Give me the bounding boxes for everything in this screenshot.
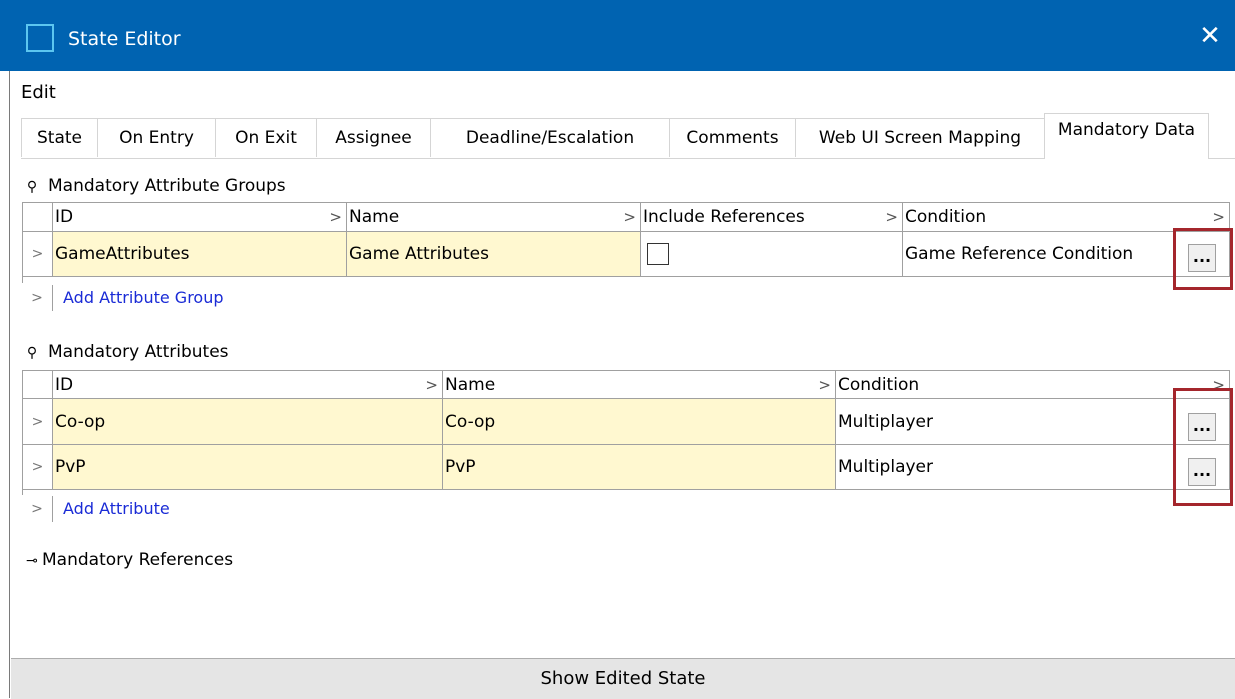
- column-header-id[interactable]: ID >: [53, 203, 347, 232]
- app-icon: [26, 24, 54, 52]
- section-references[interactable]: ⊸ Mandatory References: [24, 550, 233, 570]
- attribute-groups-table: ID > Name > Include References > Condition >…: [22, 202, 1230, 283]
- attribute-id-cell[interactable]: Co-op: [53, 399, 443, 445]
- group-name-cell[interactable]: Game Attributes: [347, 232, 641, 277]
- section-title: Mandatory References: [42, 550, 234, 570]
- row-expand-arrow-icon[interactable]: >: [23, 399, 53, 445]
- menu-edit[interactable]: Edit: [21, 82, 56, 103]
- row-expand-arrow-icon[interactable]: >: [23, 232, 53, 277]
- sort-arrow-icon: >: [818, 375, 831, 394]
- attribute-condition-cell[interactable]: Multiplayer: [836, 399, 1230, 445]
- collapsed-pin-icon: ⊸: [26, 553, 38, 569]
- attributes-table: ID > Name > Condition > > Co-op Co-op Multi…: [22, 370, 1230, 495]
- sort-arrow-icon: >: [885, 208, 898, 226]
- include-references-checkbox[interactable]: [647, 243, 669, 265]
- pin-icon: ⚲: [26, 345, 38, 361]
- show-edited-state-button[interactable]: Show Edited State: [11, 658, 1235, 699]
- title-bar: State Editor ✕: [0, 0, 1235, 71]
- tab-on-entry[interactable]: On Entry: [97, 118, 216, 157]
- attribute-condition-cell[interactable]: Multiplayer: [836, 445, 1230, 490]
- header-corner: [23, 371, 53, 399]
- sort-arrow-icon: >: [329, 208, 342, 226]
- tab-web-ui-screen-mapping[interactable]: Web UI Screen Mapping: [795, 118, 1045, 157]
- column-header-condition[interactable]: Condition >: [836, 371, 1230, 399]
- window-title: State Editor: [68, 28, 181, 50]
- attribute-name-cell[interactable]: Co-op: [443, 399, 836, 445]
- header-corner: [23, 203, 53, 232]
- column-header-name[interactable]: Name >: [443, 371, 836, 399]
- include-references-cell: [641, 232, 903, 277]
- section-attribute-groups[interactable]: ⚲ Mandatory Attribute Groups: [24, 176, 286, 196]
- tab-deadline-escalation[interactable]: Deadline/Escalation: [430, 118, 670, 157]
- tab-on-exit[interactable]: On Exit: [215, 118, 317, 157]
- highlight-callout: [1173, 228, 1233, 290]
- add-row-arrow-icon: >: [22, 496, 53, 522]
- section-attributes[interactable]: ⚲ Mandatory Attributes: [24, 342, 229, 362]
- tab-state[interactable]: State: [21, 118, 98, 157]
- highlight-callout: [1173, 388, 1233, 506]
- attribute-id-cell[interactable]: PvP: [53, 445, 443, 490]
- add-row-arrow-icon: >: [22, 285, 53, 311]
- add-attribute-group-link[interactable]: Add Attribute Group: [63, 288, 224, 307]
- section-title: Mandatory Attribute Groups: [48, 176, 286, 196]
- tab-assignee[interactable]: Assignee: [316, 118, 431, 157]
- section-title: Mandatory Attributes: [48, 342, 229, 362]
- tab-comments[interactable]: Comments: [669, 118, 796, 157]
- sort-arrow-icon: >: [1212, 208, 1225, 226]
- row-expand-arrow-icon[interactable]: >: [23, 445, 53, 490]
- add-attribute-link[interactable]: Add Attribute: [63, 499, 170, 518]
- pin-icon: ⚲: [26, 179, 38, 195]
- group-id-cell[interactable]: GameAttributes: [53, 232, 347, 277]
- attribute-name-cell[interactable]: PvP: [443, 445, 836, 490]
- column-header-name[interactable]: Name >: [347, 203, 641, 232]
- sort-arrow-icon: >: [623, 208, 636, 226]
- close-button[interactable]: ✕: [1185, 16, 1235, 56]
- tab-strip: State On Entry On Exit Assignee Deadline…: [21, 113, 1235, 159]
- sort-arrow-icon: >: [425, 375, 438, 394]
- column-header-include-references[interactable]: Include References >: [641, 203, 903, 232]
- column-header-id[interactable]: ID >: [53, 371, 443, 399]
- tab-mandatory-data[interactable]: Mandatory Data: [1044, 113, 1209, 159]
